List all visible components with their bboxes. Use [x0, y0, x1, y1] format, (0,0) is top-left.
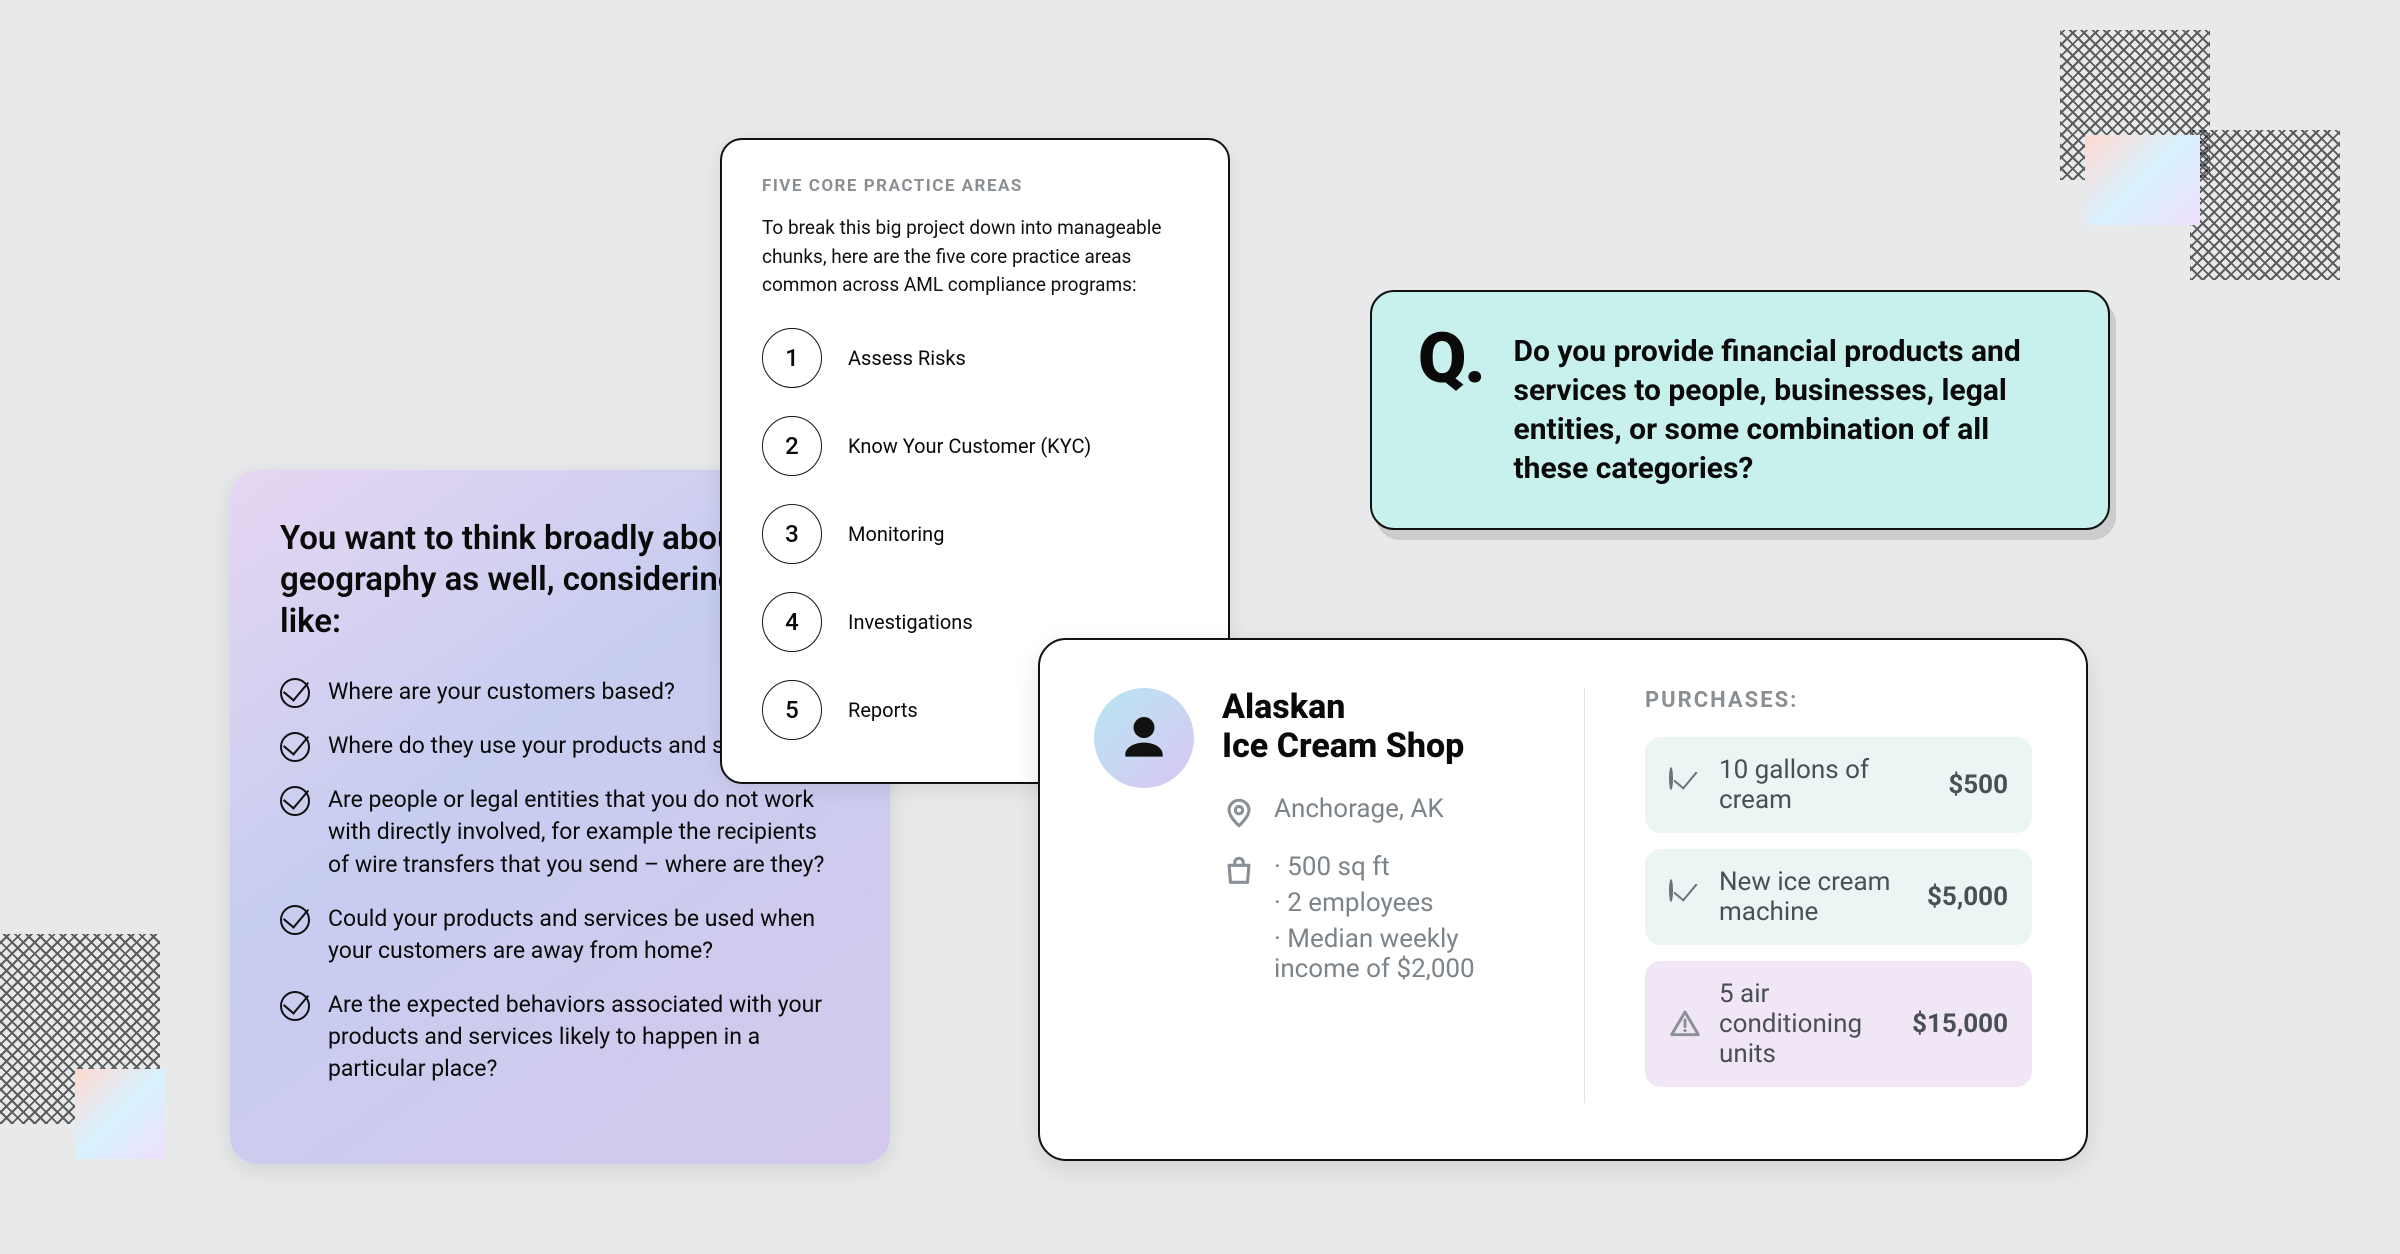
shopping-bag-icon [1222, 854, 1256, 888]
geography-item: Could your products and services be used… [280, 903, 840, 967]
vertical-divider [1584, 688, 1585, 1103]
business-name: Alaskan Ice Cream Shop [1222, 688, 1524, 766]
purchase-name: 5 air conditioning units [1719, 979, 1894, 1069]
business-name-line: Ice Cream Shop [1222, 726, 1464, 766]
practice-item: 2 Know Your Customer (KYC) [762, 416, 1188, 476]
business-profile-card: Alaskan Ice Cream Shop Anchorage, AK 500… [1038, 638, 2088, 1161]
decor-hatch [2190, 130, 2340, 280]
warning-icon [1669, 1008, 1701, 1040]
step-number-badge: 2 [762, 416, 822, 476]
business-info: Alaskan Ice Cream Shop Anchorage, AK 500… [1222, 688, 1524, 1103]
purchase-row: 5 air conditioning units $15,000 [1645, 961, 2032, 1087]
check-icon [1669, 881, 1701, 913]
business-left: Alaskan Ice Cream Shop Anchorage, AK 500… [1094, 688, 1524, 1103]
purchase-row: 10 gallons of cream $500 [1645, 737, 2032, 833]
geography-item: Are the expected behaviors associated wi… [280, 989, 840, 1086]
location-pin-icon [1222, 796, 1256, 830]
business-fact: 2 employees [1274, 888, 1524, 918]
decor-gradient [75, 1069, 165, 1159]
purchase-name: New ice cream machine [1719, 867, 1909, 927]
geography-item-text: Are people or legal entities that you do… [328, 784, 840, 881]
business-purchases: PURCHASES: 10 gallons of cream $500 New … [1645, 688, 2032, 1103]
practice-intro: To break this big project down into mana… [762, 214, 1188, 300]
check-icon [280, 991, 310, 1021]
check-icon [280, 732, 310, 762]
practice-item-label: Assess Risks [848, 346, 966, 370]
question-letter: Q. [1418, 328, 1484, 488]
avatar [1094, 688, 1194, 788]
business-name-line: Alaskan [1222, 687, 1345, 727]
geography-item: Are people or legal entities that you do… [280, 784, 840, 881]
business-facts-row: 500 sq ft 2 employees Median weekly inco… [1222, 852, 1524, 990]
practice-item-label: Monitoring [848, 522, 944, 546]
geography-item-text: Are the expected behaviors associated wi… [328, 989, 840, 1086]
practice-item: 3 Monitoring [762, 504, 1188, 564]
purchase-name: 10 gallons of cream [1719, 755, 1930, 815]
practice-item-label: Reports [848, 698, 918, 722]
question-text: Do you provide financial products and se… [1514, 332, 2062, 488]
practice-eyebrow: FIVE CORE PRACTICE AREAS [762, 176, 1188, 196]
business-fact: 500 sq ft [1274, 852, 1524, 882]
business-fact: Median weekly income of $2,000 [1274, 924, 1524, 984]
business-location-row: Anchorage, AK [1222, 794, 1524, 830]
step-number-badge: 3 [762, 504, 822, 564]
step-number-badge: 1 [762, 328, 822, 388]
practice-item-label: Investigations [848, 610, 973, 634]
practice-item-label: Know Your Customer (KYC) [848, 434, 1091, 458]
purchases-label: PURCHASES: [1645, 688, 2032, 713]
purchase-price: $15,000 [1912, 1009, 2008, 1039]
check-icon [1669, 769, 1701, 801]
check-icon [280, 905, 310, 935]
check-icon [280, 786, 310, 816]
business-location-text: Anchorage, AK [1274, 794, 1444, 824]
business-facts-list: 500 sq ft 2 employees Median weekly inco… [1274, 852, 1524, 990]
practice-item: 1 Assess Risks [762, 328, 1188, 388]
purchase-price: $5,000 [1927, 882, 2008, 912]
person-icon [1116, 710, 1172, 766]
purchase-row: New ice cream machine $5,000 [1645, 849, 2032, 945]
step-number-badge: 5 [762, 680, 822, 740]
geography-item-text: Could your products and services be used… [328, 903, 840, 967]
check-icon [280, 678, 310, 708]
question-card: Q. Do you provide financial products and… [1370, 290, 2110, 530]
decor-gradient [2085, 135, 2200, 225]
purchase-price: $500 [1948, 770, 2008, 800]
step-number-badge: 4 [762, 592, 822, 652]
